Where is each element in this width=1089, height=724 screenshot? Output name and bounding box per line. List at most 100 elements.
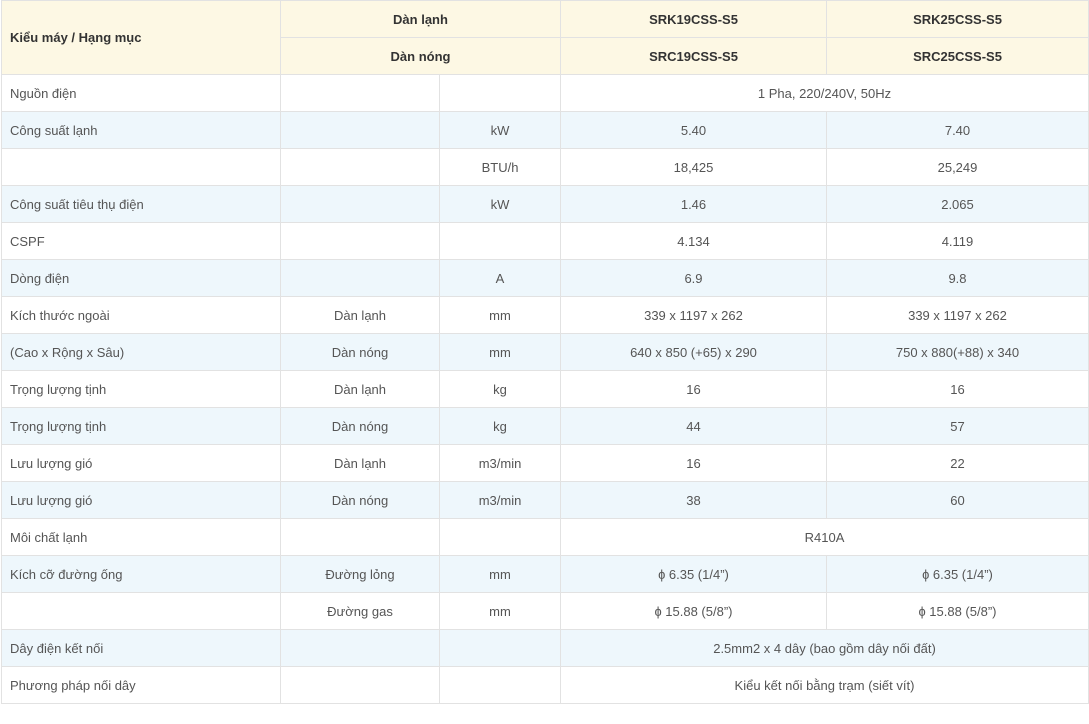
row-label: Phương pháp nối dây	[1, 666, 281, 704]
row-unit: A	[439, 259, 561, 297]
row-sub-label	[280, 518, 440, 556]
row-sub-label: Dàn nóng	[280, 407, 440, 445]
row-sub-label: Dàn nóng	[280, 481, 440, 519]
row-unit: kW	[439, 111, 561, 149]
table-row: Lưu lượng gió Dàn nóng m3/min 38 60	[1, 481, 1089, 519]
row-unit: mm	[439, 296, 561, 334]
indoor-unit-header: Dàn lạnh	[280, 0, 561, 38]
row-unit	[439, 666, 561, 704]
row-value-1: 6.9	[560, 259, 827, 297]
row-sub-label	[280, 148, 440, 186]
row-value-2: 4.119	[826, 222, 1089, 260]
row-value-2: 16	[826, 370, 1089, 408]
row-value-1: 339 x 1197 x 262	[560, 296, 827, 334]
row-value-2: 57	[826, 407, 1089, 445]
model-item-header: Kiểu máy / Hạng mục	[1, 0, 281, 75]
row-unit	[439, 518, 561, 556]
row-label: Dòng điện	[1, 259, 281, 297]
row-value-merged: 2.5mm2 x 4 dây (bao gồm dây nối đất)	[560, 629, 1089, 667]
table-row: (Cao x Rộng x Sâu) Dàn nóng mm 640 x 850 (+…	[1, 333, 1089, 371]
row-label: (Cao x Rộng x Sâu)	[1, 333, 281, 371]
row-label	[1, 148, 281, 186]
row-label: Kích thước ngoài	[1, 296, 281, 334]
row-unit: m3/min	[439, 481, 561, 519]
table-row: Dòng điện A 6.9 9.8	[1, 259, 1089, 297]
table-row: Lưu lượng gió Dàn lạnh m3/min 16 22	[1, 444, 1089, 482]
row-unit: kg	[439, 370, 561, 408]
row-sub-label	[280, 666, 440, 704]
row-label: Lưu lượng gió	[1, 444, 281, 482]
row-sub-label: Dàn nóng	[280, 333, 440, 371]
table-row: Kích thước ngoài Dàn lạnh mm 339 x 1197 x 2…	[1, 296, 1089, 334]
row-sub-label	[280, 629, 440, 667]
row-value-merged: Kiểu kết nối bằng trạm (siết vít)	[560, 666, 1089, 704]
row-unit: mm	[439, 592, 561, 630]
table-row: Công suất tiêu thụ điện kW 1.46 2.065	[1, 185, 1089, 223]
row-label: Nguồn điện	[1, 74, 281, 112]
row-value-1: 18,425	[560, 148, 827, 186]
row-value-2: ɸ 15.88 (5/8”)	[826, 592, 1089, 630]
row-value-2: 60	[826, 481, 1089, 519]
row-value-2: 25,249	[826, 148, 1089, 186]
row-unit: mm	[439, 555, 561, 593]
table-row: Môi chất lạnh R410A	[1, 518, 1089, 556]
row-sub-label	[280, 111, 440, 149]
row-value-1: 1.46	[560, 185, 827, 223]
row-value-1: 4.134	[560, 222, 827, 260]
row-sub-label	[280, 185, 440, 223]
outdoor-model-1: SRC19CSS-S5	[560, 37, 827, 75]
row-label: Môi chất lạnh	[1, 518, 281, 556]
outdoor-model-2: SRC25CSS-S5	[826, 37, 1089, 75]
table-row: Phương pháp nối dây Kiểu kết nối bằng trạ…	[1, 666, 1089, 704]
row-value-1: 38	[560, 481, 827, 519]
row-unit: BTU/h	[439, 148, 561, 186]
row-label: Trọng lượng tịnh	[1, 407, 281, 445]
row-value-2: 7.40	[826, 111, 1089, 149]
row-unit: kg	[439, 407, 561, 445]
spec-table: Kiểu máy / Hạng mục Dàn lạnh SRK19CSS-S5…	[1, 0, 1089, 704]
row-value-1: 5.40	[560, 111, 827, 149]
outdoor-unit-header: Dàn nóng	[280, 37, 561, 75]
table-row: Dây điện kết nối 2.5mm2 x 4 dây (bao gồm …	[1, 629, 1089, 667]
table-row: Trọng lượng tịnh Dàn lạnh kg 16 16	[1, 370, 1089, 408]
header-row-indoor: Kiểu máy / Hạng mục Dàn lạnh SRK19CSS-S5…	[1, 0, 1089, 75]
row-unit	[439, 629, 561, 667]
row-value-2: 9.8	[826, 259, 1089, 297]
row-sub-label	[280, 222, 440, 260]
row-sub-label	[280, 259, 440, 297]
row-sub-label	[280, 74, 440, 112]
row-label: CSPF	[1, 222, 281, 260]
row-label: Công suất tiêu thụ điện	[1, 185, 281, 223]
row-unit	[439, 74, 561, 112]
row-label: Lưu lượng gió	[1, 481, 281, 519]
row-unit	[439, 222, 561, 260]
row-label	[1, 592, 281, 630]
row-sub-label: Dàn lạnh	[280, 296, 440, 334]
row-label: Công suất lạnh	[1, 111, 281, 149]
row-sub-label: Đường gas	[280, 592, 440, 630]
row-value-1: 16	[560, 444, 827, 482]
row-value-2: 750 x 880(+88) x 340	[826, 333, 1089, 371]
row-unit: kW	[439, 185, 561, 223]
row-unit: m3/min	[439, 444, 561, 482]
row-sub-label: Dàn lạnh	[280, 370, 440, 408]
row-value-1: 640 x 850 (+65) x 290	[560, 333, 827, 371]
table-row: Kích cỡ đường ống Đường lỏng mm ɸ 6.35 (1/4…	[1, 555, 1089, 593]
row-value-1: 16	[560, 370, 827, 408]
row-label: Trọng lượng tịnh	[1, 370, 281, 408]
table-row: Trọng lượng tịnh Dàn nóng kg 44 57	[1, 407, 1089, 445]
indoor-model-2: SRK25CSS-S5	[826, 0, 1089, 38]
table-row: BTU/h 18,425 25,249	[1, 148, 1089, 186]
row-value-2: 339 x 1197 x 262	[826, 296, 1089, 334]
row-value-1: ɸ 15.88 (5/8”)	[560, 592, 827, 630]
table-row: CSPF 4.134 4.119	[1, 222, 1089, 260]
row-value-1: 44	[560, 407, 827, 445]
row-sub-label: Đường lỏng	[280, 555, 440, 593]
row-value-2: 2.065	[826, 185, 1089, 223]
row-sub-label: Dàn lạnh	[280, 444, 440, 482]
indoor-model-1: SRK19CSS-S5	[560, 0, 827, 38]
row-label: Dây điện kết nối	[1, 629, 281, 667]
table-row: Nguồn điện 1 Pha, 220/240V, 50Hz	[1, 74, 1089, 112]
row-value-merged: R410A	[560, 518, 1089, 556]
row-value-1: ɸ 6.35 (1/4”)	[560, 555, 827, 593]
